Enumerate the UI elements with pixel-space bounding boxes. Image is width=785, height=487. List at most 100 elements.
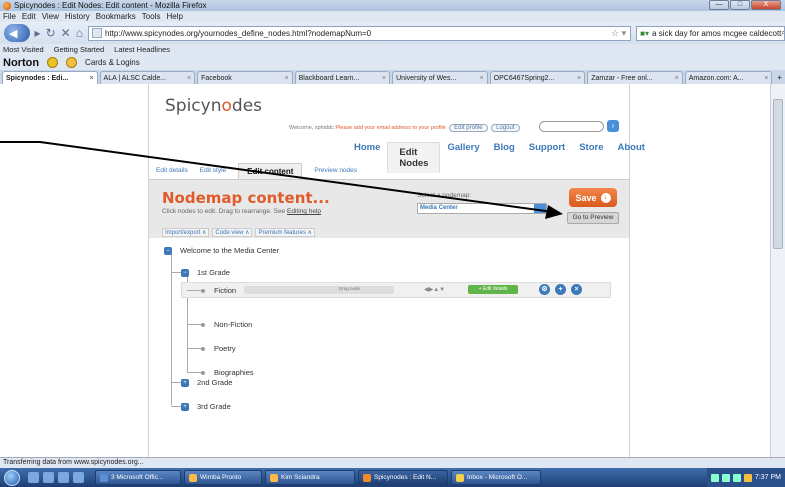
import-export-link[interactable]: Import/export ∧ xyxy=(162,228,210,237)
close-tab-icon[interactable]: × xyxy=(187,75,191,82)
tab-amazon[interactable]: Amazon.com: A... × xyxy=(684,71,773,84)
address-bar[interactable]: http://www.spicynodes.org/yournodes_defi… xyxy=(87,25,632,41)
tree-node-1st-grade[interactable]: − 1st Grade xyxy=(181,268,230,277)
firefox-icon xyxy=(3,1,11,10)
close-tab-icon[interactable]: × xyxy=(764,75,768,82)
close-tab-icon[interactable]: × xyxy=(382,75,386,82)
bookmark-getting-started[interactable]: Getting Started xyxy=(54,45,104,54)
tree-node-3rd-grade[interactable]: + 3rd Grade xyxy=(181,402,231,411)
start-button[interactable] xyxy=(0,468,24,487)
subnav-edit-details[interactable]: Edit details xyxy=(156,167,188,174)
tray-icon[interactable] xyxy=(732,473,741,482)
logout-button[interactable]: Logout xyxy=(491,124,520,132)
premium-features-link[interactable]: Premium features ∧ xyxy=(255,228,315,237)
search-engine-icon[interactable]: ■▾ xyxy=(640,29,649,38)
expand-icon[interactable]: + xyxy=(181,402,189,411)
tray-icon[interactable] xyxy=(721,473,730,482)
home-icon[interactable]: ⌂ xyxy=(76,27,83,39)
new-tab-icon[interactable]: + xyxy=(774,73,785,84)
quicklaunch-icon[interactable] xyxy=(43,472,54,483)
save-button[interactable]: Save ↓ xyxy=(569,188,617,207)
tab-spicynodes[interactable]: Spicynodes : Edi... × xyxy=(2,71,98,84)
menu-tools[interactable]: Tools xyxy=(142,12,161,21)
close-tab-icon[interactable]: × xyxy=(480,75,484,82)
menu-help[interactable]: Help xyxy=(166,12,182,21)
quicklaunch-icon[interactable] xyxy=(58,472,69,483)
tab-university[interactable]: University of Wes... × xyxy=(392,71,488,84)
collapse-icon[interactable]: − xyxy=(164,246,172,255)
close-tab-icon[interactable]: × xyxy=(577,75,581,82)
site-search-input[interactable] xyxy=(539,121,604,132)
close-button[interactable]: X xyxy=(751,0,781,10)
bookmark-star-icon[interactable]: ☆ ▾ xyxy=(611,28,630,39)
norton-status-icon[interactable] xyxy=(47,57,59,68)
tab-zamzar[interactable]: Zamzar - Free onl... × xyxy=(587,71,683,84)
tab-label: Amazon.com: A... xyxy=(688,74,744,82)
subnav-edit-style[interactable]: Edit style xyxy=(200,167,226,174)
menu-history[interactable]: History xyxy=(65,12,90,21)
menu-view[interactable]: View xyxy=(42,12,59,21)
forward-icon[interactable]: ▸ xyxy=(35,27,41,39)
quicklaunch-icon[interactable] xyxy=(73,472,84,483)
tray-icon[interactable] xyxy=(710,473,719,482)
menu-bookmarks[interactable]: Bookmarks xyxy=(96,12,136,21)
vertical-scrollbar[interactable] xyxy=(770,84,785,457)
move-arrows-icon[interactable]: ◀▶▲▼ xyxy=(424,286,445,293)
tree-node-biographies[interactable]: Biographies xyxy=(201,368,254,377)
close-tab-icon[interactable]: × xyxy=(89,75,93,82)
clock[interactable]: 7:37 PM xyxy=(755,474,781,481)
edit-profile-button[interactable]: Edit profile xyxy=(449,124,488,132)
close-tab-icon[interactable]: × xyxy=(675,75,679,82)
profile-warning[interactable]: Please add your email address to your pr… xyxy=(335,125,445,131)
taskbar-item-firefox[interactable]: Spicynodes : Edit N... xyxy=(358,470,448,485)
taskbar-item-office[interactable]: 3 Microsoft Offic... xyxy=(95,470,181,485)
tree-node-poetry[interactable]: Poetry xyxy=(201,344,236,353)
drag-handle[interactable] xyxy=(244,286,394,294)
bookmark-most-visited[interactable]: Most Visited xyxy=(3,45,44,54)
cards-logins-button[interactable]: Cards & Logins xyxy=(85,58,140,67)
search-icon[interactable]: ⌕ xyxy=(781,28,784,38)
taskbar-item-kim[interactable]: Kim Sciandra xyxy=(265,470,355,485)
taskbar-item-wimba[interactable]: Wimba Pronto xyxy=(184,470,262,485)
chevron-down-icon[interactable] xyxy=(534,204,546,213)
tab-facebook[interactable]: Facebook × xyxy=(197,71,293,84)
tree-node-2nd-grade[interactable]: + 2nd Grade xyxy=(181,378,232,387)
taskbar-item-outlook[interactable]: Inbox - Microsoft O... xyxy=(451,470,541,485)
tab-ala[interactable]: ALA | ALSC Calde... × xyxy=(99,71,196,84)
subnav-edit-content[interactable]: Edit content xyxy=(238,162,303,179)
tree-node-root[interactable]: − Welcome to the Media Center xyxy=(164,246,279,255)
scrollbar-thumb[interactable] xyxy=(773,99,783,249)
site-identity-icon[interactable] xyxy=(91,28,102,38)
tab-blackboard[interactable]: Blackboard Learn... × xyxy=(294,71,391,84)
menu-edit[interactable]: Edit xyxy=(22,12,36,21)
minimize-button[interactable]: — xyxy=(709,0,729,10)
spicynodes-logo[interactable]: Spicynodes xyxy=(165,96,262,116)
tab-label: University of Wes... xyxy=(396,74,457,82)
search-field[interactable]: ■▾ a sick day for amos mcgee caldecott ⌕ xyxy=(636,25,785,41)
nodemap-select[interactable]: Media Center xyxy=(417,203,547,214)
add-child-icon[interactable]: + xyxy=(555,284,566,295)
site-search-button[interactable]: › xyxy=(607,120,619,132)
back-button[interactable]: ◀ xyxy=(4,24,30,42)
close-tab-icon[interactable]: × xyxy=(285,75,289,82)
code-view-link[interactable]: Code view ∧ xyxy=(212,228,253,237)
go-to-preview-button[interactable]: Go to Preview xyxy=(567,212,619,224)
stop-icon[interactable]: ✕ xyxy=(61,27,71,39)
maximize-button[interactable]: □ xyxy=(730,0,750,10)
reload-icon[interactable]: ↻ xyxy=(46,27,56,39)
gear-icon[interactable]: ⚙ xyxy=(539,284,550,295)
delete-node-icon[interactable]: × xyxy=(571,284,582,295)
menu-file[interactable]: File xyxy=(3,12,16,21)
edit-details-button[interactable]: + Edit details xyxy=(468,285,518,294)
bookmark-latest-headlines[interactable]: Latest Headlines xyxy=(114,45,170,54)
editing-help-link[interactable]: Editing help xyxy=(287,208,321,215)
collapse-icon[interactable]: − xyxy=(181,268,189,277)
quicklaunch-icon[interactable] xyxy=(28,472,39,483)
tab-opc[interactable]: OPC6467Spring2... × xyxy=(489,71,586,84)
tree-node-non-fiction[interactable]: Non-Fiction xyxy=(201,320,252,329)
subnav-preview-nodes[interactable]: Preview nodes xyxy=(314,167,357,174)
norton-logo[interactable]: Norton xyxy=(3,57,39,69)
tree-node-fiction[interactable]: Fiction xyxy=(201,286,236,295)
tray-icon[interactable] xyxy=(743,473,752,482)
expand-icon[interactable]: + xyxy=(181,378,189,387)
